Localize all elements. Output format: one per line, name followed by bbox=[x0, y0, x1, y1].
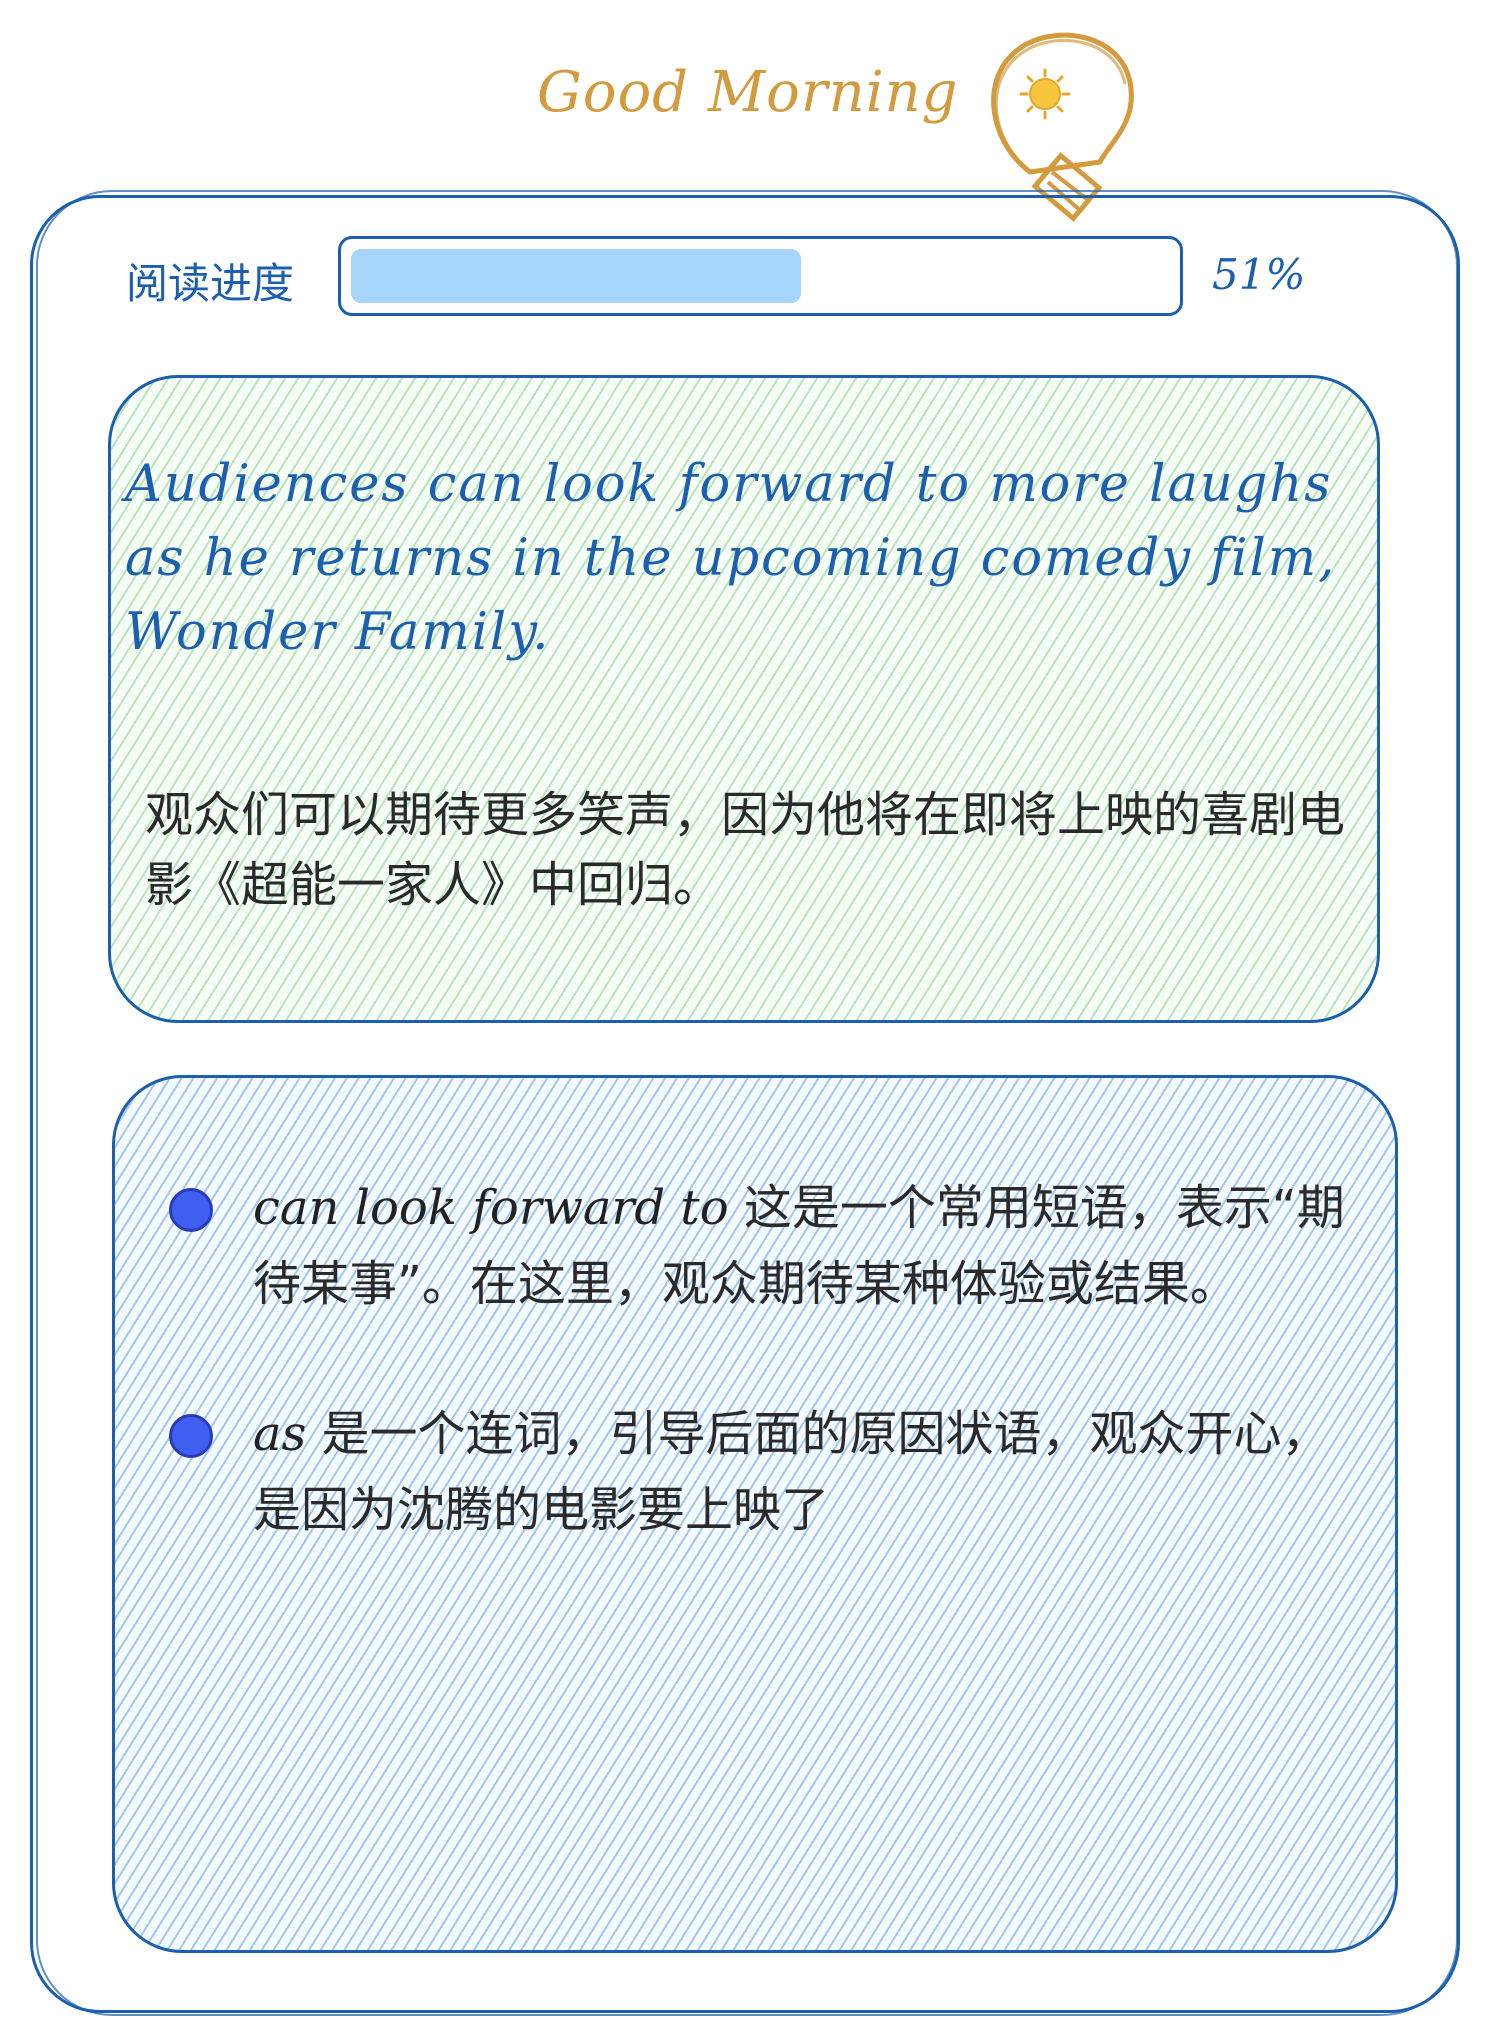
note-text: can look forward to 这是一个常用短语，表示“期待某事”。在这… bbox=[253, 1170, 1373, 1322]
sentence-card: Audiences can look forward to more laugh… bbox=[108, 375, 1380, 1023]
note-term: can look forward to bbox=[253, 1180, 729, 1236]
note-explanation: 是一个连词，引导后面的原因状语，观众开心，是因为沈腾的电影要上映了 bbox=[253, 1406, 1330, 1538]
note-term: as bbox=[253, 1406, 307, 1462]
notes-card: can look forward to 这是一个常用短语，表示“期待某事”。在这… bbox=[112, 1075, 1398, 1953]
english-sentence: Audiences can look forward to more laugh… bbox=[125, 455, 1337, 662]
chinese-translation: 观众们可以期待更多笑声，因为他将在即将上映的喜剧电影《超能一家人》中回归。 bbox=[145, 787, 1346, 913]
note-text: as 是一个连词，引导后面的原因状语，观众开心，是因为沈腾的电影要上映了 bbox=[253, 1396, 1373, 1548]
progress-bar-fill bbox=[351, 249, 801, 303]
greeting-title: Good Morning bbox=[537, 60, 959, 125]
progress-bar bbox=[338, 236, 1183, 316]
bullet-dot-icon bbox=[169, 1188, 213, 1232]
bullet-dot-icon bbox=[169, 1414, 213, 1458]
progress-percent: 51% bbox=[1212, 250, 1306, 299]
progress-label: 阅读进度 bbox=[126, 259, 295, 308]
